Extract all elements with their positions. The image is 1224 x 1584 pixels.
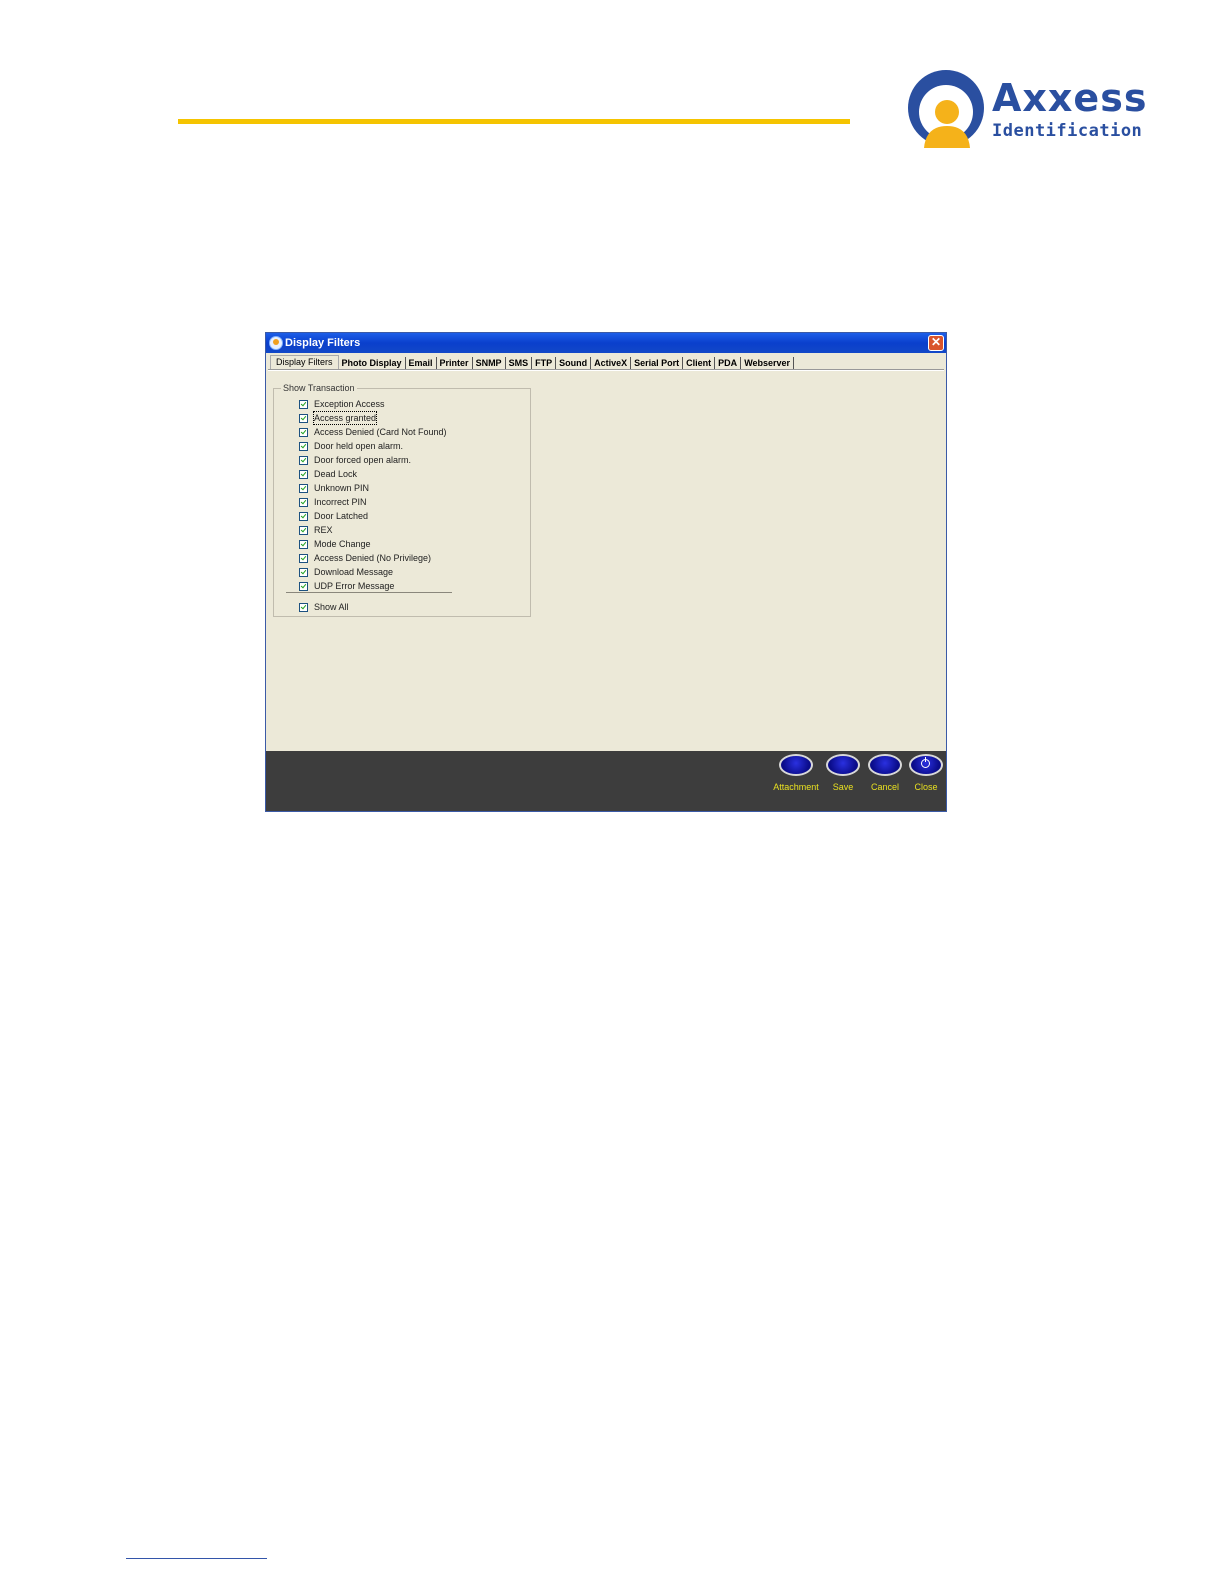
app-icon — [269, 336, 283, 350]
axxess-logo: Axxess Identification — [906, 68, 1146, 152]
transaction-checkbox-row[interactable]: Door Latched — [299, 510, 368, 522]
checkbox[interactable] — [299, 567, 308, 577]
checkbox[interactable] — [299, 525, 308, 535]
cancel-label: Cancel — [870, 782, 899, 792]
transaction-checkbox-row[interactable]: Access Denied (No Privilege) — [299, 552, 431, 564]
button-bar: Attachment Save Cancel Close — [266, 751, 946, 811]
transaction-checkbox-row[interactable]: UDP Error Message — [299, 580, 394, 592]
save-button[interactable] — [826, 754, 860, 776]
title-bar: Display Filters ✕ — [266, 333, 946, 353]
checkbox-label: Incorrect PIN — [314, 497, 367, 507]
checkbox-label: Exception Access — [314, 399, 385, 409]
logo-subtitle: Identification — [992, 121, 1143, 141]
header-rule — [178, 119, 850, 124]
transaction-checkbox-row[interactable]: Door forced open alarm. — [299, 454, 411, 466]
transaction-checkbox-row[interactable]: Access granted — [299, 411, 378, 425]
checkbox-label: Door Latched — [314, 511, 369, 521]
checkbox-label: Mode Change — [314, 539, 371, 549]
cancel-button[interactable] — [868, 754, 902, 776]
logo-wordmark: Axxess — [992, 76, 1148, 120]
footer-rule — [126, 1558, 267, 1559]
checkbox-label: Access Denied (No Privilege) — [314, 553, 432, 563]
show-transaction-group: Show Transaction Exception Access Access … — [273, 382, 531, 617]
attachment-button[interactable] — [779, 754, 813, 776]
transaction-checkbox-row[interactable]: Mode Change — [299, 538, 371, 550]
tab-display-filters[interactable]: Display Filters — [270, 355, 339, 370]
transaction-checkbox-row[interactable]: Door held open alarm. — [299, 440, 403, 452]
checkbox-label: Download Message — [314, 567, 394, 577]
transaction-checkbox-row[interactable]: Unknown PIN — [299, 482, 369, 494]
checkbox[interactable] — [299, 497, 308, 507]
show-all-checkbox-row[interactable]: Show All — [299, 601, 349, 613]
transaction-checkbox-row[interactable]: REX — [299, 524, 333, 536]
window-close-button[interactable]: ✕ — [928, 335, 944, 351]
checkbox[interactable] — [299, 581, 308, 591]
transaction-checkbox-row[interactable]: Incorrect PIN — [299, 496, 367, 508]
checkbox-label: Door held open alarm. — [314, 441, 404, 451]
checkbox-label: Door forced open alarm. — [314, 455, 412, 465]
show-all-label: Show All — [314, 602, 349, 612]
checkbox[interactable] — [299, 441, 308, 451]
tab-panel-border — [268, 369, 944, 371]
checkbox[interactable] — [299, 427, 308, 437]
transaction-checkbox-row[interactable]: Access Denied (Card Not Found) — [299, 426, 447, 438]
transaction-checkbox-row[interactable]: Download Message — [299, 566, 393, 578]
show-all-checkbox[interactable] — [299, 602, 308, 612]
save-label: Save — [832, 782, 854, 792]
checkbox[interactable] — [299, 399, 308, 409]
checkbox[interactable] — [299, 483, 308, 493]
checkbox-label: REX — [314, 525, 333, 535]
checkbox-label: UDP Error Message — [314, 581, 395, 591]
group-label: Show Transaction — [281, 382, 357, 394]
transaction-checkbox-row[interactable]: Dead Lock — [299, 468, 357, 480]
transaction-checkbox-row[interactable]: Exception Access — [299, 398, 385, 410]
checkbox-label: Access Denied (Card Not Found) — [314, 427, 447, 437]
close-label: Close — [914, 782, 938, 792]
power-icon — [921, 757, 930, 768]
checkbox[interactable] — [299, 413, 308, 423]
group-separator — [286, 592, 452, 593]
checkbox-label: Access granted — [312, 411, 378, 425]
checkbox[interactable] — [299, 455, 308, 465]
tab-strip: Display Filters Photo Display Email Printer… — [270, 355, 795, 370]
checkbox[interactable] — [299, 553, 308, 563]
display-filters-window: Display Filters ✕ Display Filters Photo D… — [265, 332, 947, 812]
attachment-label: Attachment — [773, 782, 819, 792]
checkbox[interactable] — [299, 539, 308, 549]
checkbox[interactable] — [299, 511, 308, 521]
logo-mark-icon — [908, 70, 984, 148]
window-title: Display Filters — [285, 337, 361, 349]
checkbox-label: Unknown PIN — [314, 483, 370, 493]
close-button[interactable] — [909, 754, 943, 776]
checkbox[interactable] — [299, 469, 308, 479]
checkbox-label: Dead Lock — [314, 469, 358, 479]
